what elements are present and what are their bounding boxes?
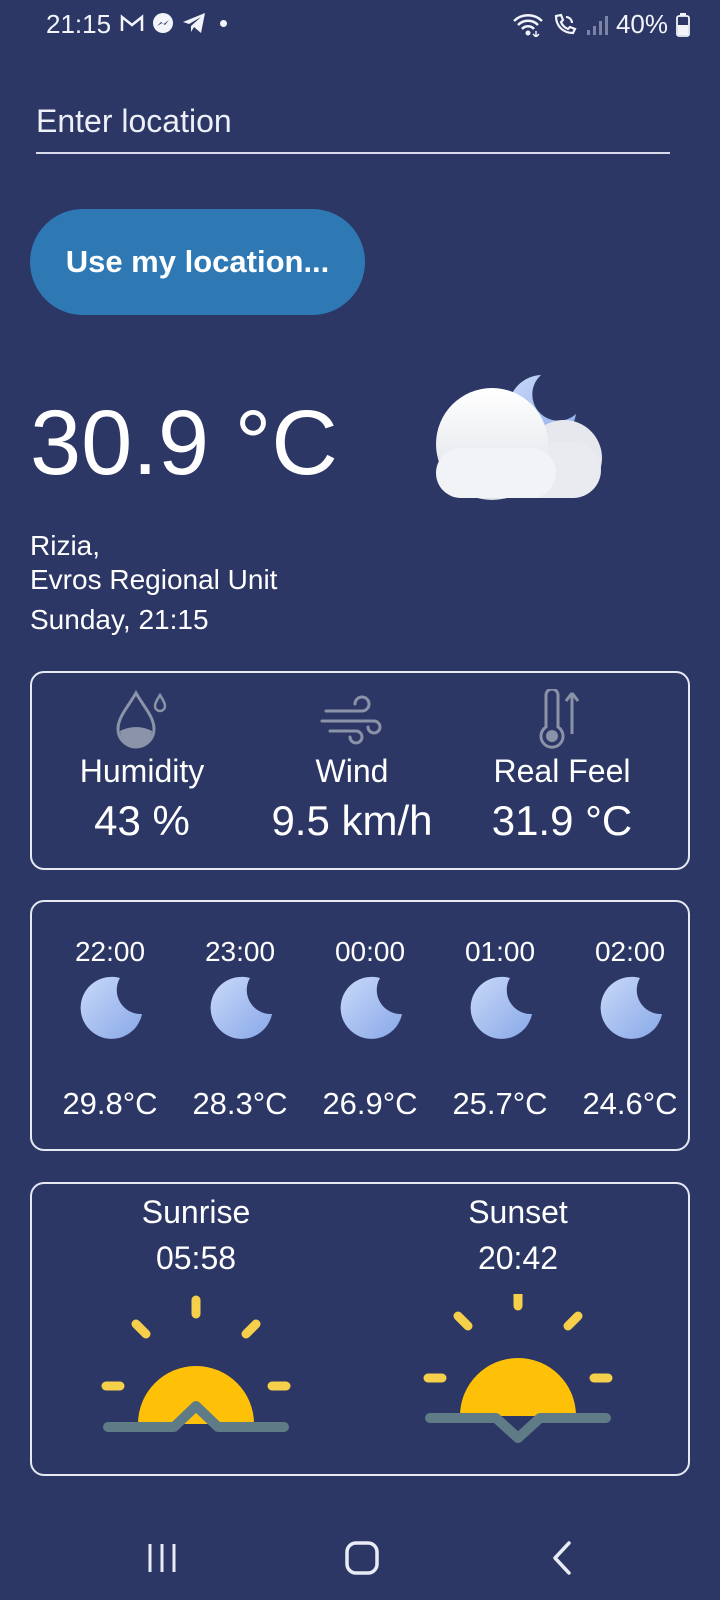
back-button[interactable] xyxy=(522,1528,602,1588)
hour-temp: 29.8°C xyxy=(62,1086,158,1121)
sunrise-label: Sunrise xyxy=(141,1194,251,1230)
location-region: Evros Regional Unit xyxy=(30,564,278,595)
battery-icon xyxy=(676,12,690,37)
hour-temp: 28.3°C xyxy=(192,1086,288,1121)
current-datetime: Sunday, 21:15 xyxy=(30,604,209,635)
system-icons: 40% xyxy=(512,9,690,40)
sunset-time: 20:42 xyxy=(477,1240,559,1276)
sunset-icon xyxy=(418,1287,618,1449)
conditions-card: Humidity 43 % Wind 9.5 km/h Real Feel 31… xyxy=(30,671,690,870)
dot-icon xyxy=(220,19,227,27)
thermometer-icon xyxy=(452,689,672,751)
sunrise-time: 05:58 xyxy=(155,1240,237,1276)
moon-icon xyxy=(80,976,144,1047)
recents-button[interactable] xyxy=(122,1528,202,1588)
location-input[interactable] xyxy=(36,100,670,154)
status-bar: 21:15 40% xyxy=(0,0,720,52)
hour-time: 22:00 xyxy=(74,936,146,967)
real-feel-metric: Real Feel 31.9 °C xyxy=(452,673,672,868)
humidity-label: Humidity xyxy=(79,753,205,789)
hour-temp: 24.6°C xyxy=(582,1086,678,1121)
wifi-call-icon xyxy=(554,13,577,34)
cloud-moon-icon xyxy=(436,372,606,507)
hour-time: 00:00 xyxy=(334,936,406,967)
hour-time: 23:00 xyxy=(204,936,276,967)
notification-icons xyxy=(120,12,227,34)
moon-icon xyxy=(470,976,534,1047)
sunrise-icon xyxy=(96,1294,296,1449)
hour-temp: 26.9°C xyxy=(322,1086,418,1121)
wind-value: 9.5 km/h xyxy=(271,797,433,844)
hourly-forecast-card[interactable]: 22:00 29.8°C 23:00 28.3°C 00:00 26.9°C 0… xyxy=(30,900,690,1151)
hour-time: 01:00 xyxy=(464,936,536,967)
real-feel-label: Real Feel xyxy=(493,753,631,789)
sun-times-card: Sunrise 05:58 Sunset 20:42 xyxy=(30,1182,690,1476)
messenger-icon xyxy=(153,13,173,33)
location-name: Rizia, xyxy=(30,530,101,561)
moon-icon xyxy=(600,976,664,1047)
battery-percent: 40% xyxy=(615,9,668,39)
sunset-label: Sunset xyxy=(468,1194,568,1230)
wind-icon xyxy=(242,689,462,751)
signal-icon xyxy=(586,15,608,35)
gmail-icon xyxy=(120,14,144,31)
humidity-metric: Humidity 43 % xyxy=(32,673,252,868)
wind-label: Wind xyxy=(315,753,389,789)
wifi-icon xyxy=(513,13,543,37)
recents-icon xyxy=(148,1544,176,1572)
home-button[interactable] xyxy=(322,1528,402,1588)
status-time: 21:15 xyxy=(46,9,112,39)
real-feel-value: 31.9 °C xyxy=(491,797,633,844)
hour-time: 02:00 xyxy=(594,936,666,967)
wind-metric: Wind 9.5 km/h xyxy=(242,673,462,868)
telegram-icon xyxy=(183,13,205,33)
humidity-icon xyxy=(32,689,252,751)
moon-icon xyxy=(340,976,404,1047)
home-icon xyxy=(345,1541,379,1575)
humidity-value: 43 % xyxy=(94,797,190,844)
back-icon xyxy=(553,1541,571,1575)
navigation-bar xyxy=(0,1508,720,1600)
moon-icon xyxy=(210,976,274,1047)
hour-temp: 25.7°C xyxy=(452,1086,548,1121)
current-temperature: 30.9 °C xyxy=(30,392,338,494)
use-my-location-button[interactable]: Use my location... xyxy=(30,209,365,315)
